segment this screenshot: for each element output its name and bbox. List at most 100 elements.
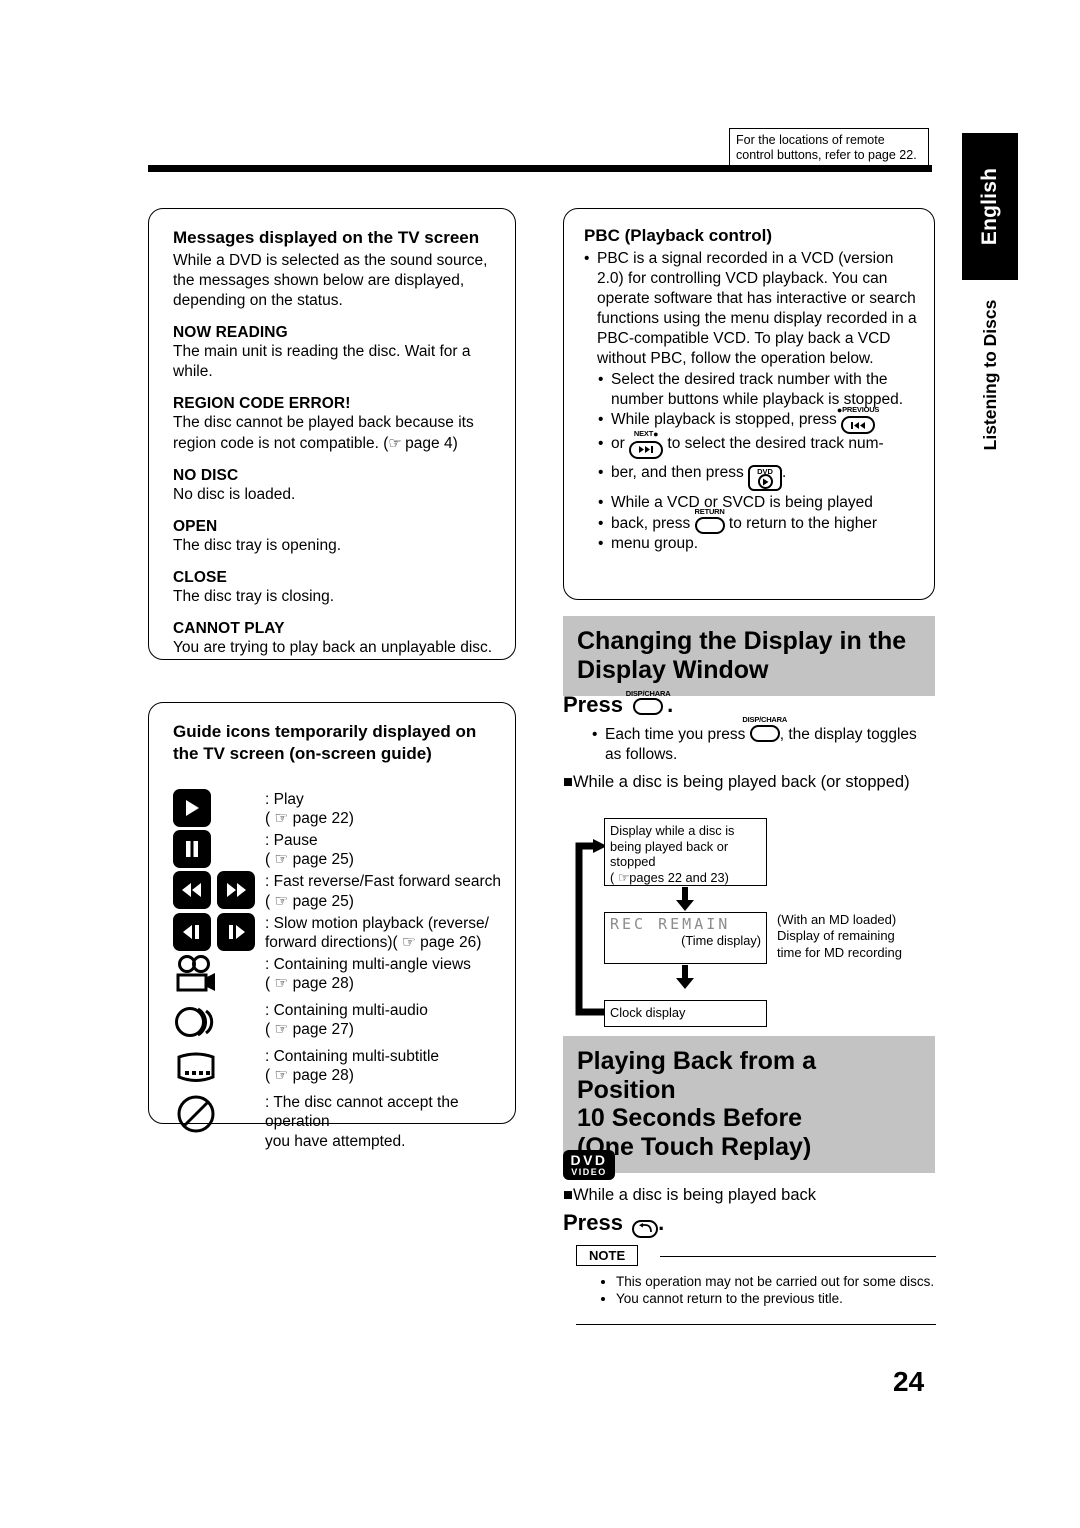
next-button[interactable]: NEXT● — [629, 429, 664, 459]
dvd-button-caption: DVD — [757, 467, 773, 477]
guide-row-play: : Play ( ☞ page 22) — [173, 788, 505, 828]
slow-motion-reverse-icon — [173, 912, 211, 951]
heading-one-touch-replay: Playing Back from a Position 10 Seconds … — [563, 1036, 935, 1173]
display-subhead-text: While a disc is being played back (or st… — [572, 773, 910, 791]
pbc-step-2-a: While playback is stopped, press — [611, 410, 837, 428]
disp-chara-caption-inline: DISP/CHARA — [742, 715, 788, 725]
arrow-down-icon — [676, 965, 694, 989]
message-desc-region-code-error: The disc cannot be played back because i… — [173, 413, 497, 453]
guide-ref-multi-subtitle: ( ☞ page 28) — [265, 1067, 354, 1085]
guide-row-multi-audio: : Containing multi-audio ( ☞ page 27) — [173, 1000, 505, 1044]
fast-forward-icon — [217, 871, 255, 910]
disp-chara-glyph-inline — [749, 725, 780, 742]
pbc-step-3-end: • menu group. — [598, 534, 920, 554]
previous-glyph — [841, 416, 876, 435]
guide-label-slow-motion: : Slow motion playback (reverse/ — [265, 914, 489, 932]
guide-label-multi-angle: : Containing multi-angle views — [265, 956, 471, 974]
guide-ref-slow-motion: forward directions)( ☞ page 26) — [265, 934, 482, 952]
next-glyph — [629, 440, 664, 459]
pbc-panel: PBC (Playback control) PBC is a signal r… — [563, 208, 935, 600]
return-button[interactable]: RETURN — [695, 507, 725, 534]
slow-motion-forward-icon — [217, 912, 255, 951]
dot-icon: ● — [653, 429, 659, 440]
pbc-step-3-cont: • back, press RETURN to return to the hi… — [598, 507, 920, 534]
note-block: NOTE This operation may not be carried o… — [576, 1245, 936, 1326]
next-button-caption: NEXT — [633, 429, 654, 439]
previous-button[interactable]: ●PREVIOUS — [837, 405, 879, 435]
heading-replay-line3: (One Touch Replay) — [577, 1132, 812, 1161]
guide-row-multi-subtitle: : Containing multi-subtitle ( ☞ page 28) — [173, 1046, 505, 1090]
flow-box1-line2: being played back or — [610, 838, 729, 854]
flow-box-clock-display: Clock display — [604, 1000, 767, 1027]
guide-ref-prohibited: you have attempted. — [265, 1132, 406, 1150]
flow-box1-line1: Display while a disc is — [610, 823, 735, 838]
heading-changing-display-line1: Changing the Display in the — [577, 627, 907, 655]
message-term-close: CLOSE — [173, 569, 227, 587]
note-rule-top — [660, 1256, 936, 1258]
guide-row-slow-motion: : Slow motion playback (reverse/ forward… — [173, 912, 505, 952]
previous-button-caption: PREVIOUS — [842, 404, 880, 414]
prohibited-icon — [173, 1092, 219, 1136]
pbc-panel-title: PBC (Playback control) — [584, 226, 772, 245]
guide-ref-fast-search: ( ☞ page 25) — [265, 892, 354, 910]
guide-icons-panel: Guide icons temporarily displayed on the… — [148, 702, 516, 1150]
pbc-intro: PBC is a signal recorded in a VCD (versi… — [584, 249, 920, 370]
header-rule — [148, 165, 932, 172]
remote-control-note: For the locations of remote control butt… — [729, 128, 929, 170]
note-rule-bottom — [576, 1323, 936, 1326]
guide-icon-list: : Play ( ☞ page 22) : Pause ( ☞ page 25) — [173, 788, 505, 1151]
dvd-play-button[interactable]: DVD — [748, 465, 783, 492]
fast-reverse-icon — [173, 871, 211, 910]
pbc-bullet-list: PBC is a signal recorded in a VCD (versi… — [584, 249, 920, 370]
message-term-cannot-play: CANNOT PLAY — [173, 620, 285, 638]
press-replay-label: Press — [563, 1210, 623, 1235]
note-list: This operation may not be carried out fo… — [576, 1274, 936, 1308]
dvd-badge-line2: VIDEO — [571, 1167, 607, 1177]
disp-chara-caption: DISP/CHARA — [625, 689, 671, 698]
replay-subhead-text: While a disc is being played back — [572, 1186, 817, 1204]
guide-label-prohibited: : The disc cannot accept the operation — [265, 1094, 459, 1131]
disp-chara-button[interactable]: DISP/CHARA — [626, 689, 671, 715]
dvd-video-badge: DVD VIDEO — [563, 1150, 615, 1180]
flow-side-note: (With an MD loaded) Display of remaining… — [777, 912, 935, 961]
pbc-step-1-text: Select the desired track number with the… — [611, 370, 904, 408]
guide-label-fast-search: : Fast reverse/Fast forward search — [265, 873, 502, 891]
pause-icon — [173, 829, 211, 868]
message-desc-close: The disc tray is closing. — [173, 588, 335, 606]
guide-label-multi-audio: : Containing multi-audio — [265, 1002, 428, 1020]
region-desc-post: ) — [452, 434, 458, 452]
guide-row-prohibited: : The disc cannot accept the operation y… — [173, 1092, 505, 1151]
heading-changing-display-line2: Display Window — [577, 655, 769, 684]
guide-label-play: : Play — [265, 790, 304, 808]
replay-arrow-glyph — [632, 1219, 659, 1238]
heading-changing-display: Changing the Display in the Display Wind… — [563, 616, 935, 696]
message-desc-no-disc: No disc is loaded. — [173, 485, 296, 503]
language-tab-label: English — [978, 167, 1001, 246]
disp-chara-button-inline[interactable]: DISP/CHARA — [742, 715, 787, 742]
section-label-text: Listening to Discs — [979, 299, 1000, 451]
language-tab: English — [962, 133, 1018, 280]
guide-ref-multi-audio: ( ☞ page 27) — [265, 1021, 354, 1039]
play-icon — [173, 788, 211, 827]
flow-box-playback-display: Display while a disc is being played bac… — [604, 818, 767, 886]
flow-box2-subtext: (Time display) — [681, 933, 761, 949]
pbc-step-3: While a VCD or SVCD is being played — [598, 493, 920, 513]
message-desc-cannot-play: You are trying to play back an unplayabl… — [173, 639, 493, 657]
flow-side-note-line3: time for MD recording — [777, 944, 902, 960]
guide-label-multi-subtitle: : Containing multi-subtitle — [265, 1048, 440, 1066]
message-desc-open: The disc tray is opening. — [173, 536, 342, 554]
region-page-ref: page 4 — [405, 434, 453, 452]
pbc-step-3-b: back, press — [611, 514, 691, 532]
one-touch-replay-button[interactable] — [632, 1219, 659, 1238]
press-replay-period: . — [658, 1210, 665, 1235]
pbc-step-3-a: While a VCD or SVCD is being played — [611, 494, 873, 512]
guide-row-multi-angle: : Containing multi-angle views ( ☞ page … — [173, 954, 505, 998]
message-term-now-reading: NOW READING — [173, 324, 288, 342]
pbc-sub-list: Select the desired track number with the… — [598, 370, 920, 554]
press-disp-chara-line: Press DISP/CHARA . — [563, 689, 935, 718]
section-label-vertical: Listening to Discs — [962, 285, 1018, 465]
multi-angle-icon — [173, 954, 219, 998]
display-toggle-flow-diagram: Display while a disc is being played bac… — [563, 812, 935, 1028]
disp-chara-glyph — [633, 698, 664, 715]
pbc-step-2-b: or — [611, 435, 625, 453]
